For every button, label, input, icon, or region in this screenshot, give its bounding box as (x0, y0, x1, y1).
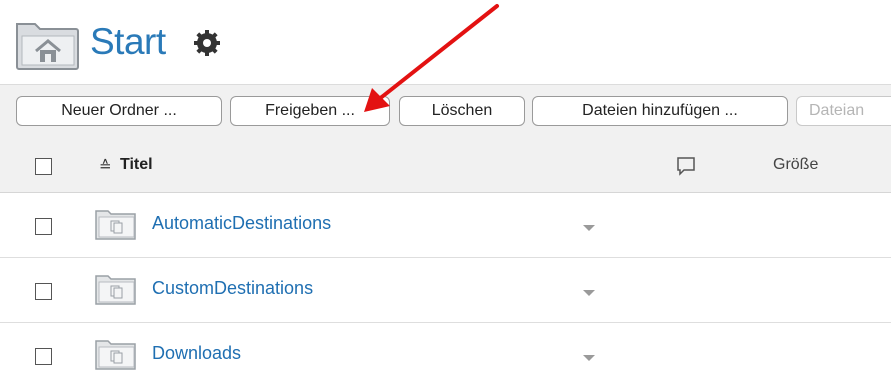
row-menu-chevron-icon[interactable] (583, 225, 595, 231)
table-row: AutomaticDestinations (0, 193, 891, 258)
column-header-size[interactable]: Größe (773, 156, 818, 174)
toolbar: Neuer Ordner ... Freigeben ... Löschen D… (0, 84, 891, 142)
sort-icon[interactable]: ≙ (99, 157, 112, 175)
folder-link[interactable]: Downloads (152, 343, 241, 364)
row-checkbox[interactable] (35, 218, 52, 235)
home-folder-icon[interactable] (14, 16, 80, 70)
page-header: Start (14, 16, 614, 72)
add-files-button[interactable]: Dateien hinzufügen ... (532, 96, 788, 126)
row-checkbox[interactable] (35, 283, 52, 300)
column-header-title[interactable]: Titel (120, 156, 153, 174)
share-button[interactable]: Freigeben ... (230, 96, 390, 126)
page-title: Start (90, 21, 166, 62)
folder-icon (95, 275, 136, 305)
comment-icon[interactable] (676, 156, 696, 176)
table-row: Downloads (0, 323, 891, 387)
table-row: CustomDestinations (0, 258, 891, 323)
select-all-checkbox[interactable] (35, 158, 52, 175)
folder-icon (95, 210, 136, 240)
row-menu-chevron-icon[interactable] (583, 355, 595, 361)
table-header: ≙ Titel Größe (0, 140, 891, 193)
new-folder-button[interactable]: Neuer Ordner ... (16, 96, 222, 126)
folder-icon (95, 340, 136, 370)
folder-link[interactable]: CustomDestinations (152, 278, 313, 299)
gear-icon[interactable] (194, 30, 220, 56)
file-attributes-button[interactable]: Dateian (796, 96, 891, 126)
row-checkbox[interactable] (35, 348, 52, 365)
delete-button[interactable]: Löschen (399, 96, 525, 126)
row-menu-chevron-icon[interactable] (583, 290, 595, 296)
folder-link[interactable]: AutomaticDestinations (152, 213, 331, 234)
